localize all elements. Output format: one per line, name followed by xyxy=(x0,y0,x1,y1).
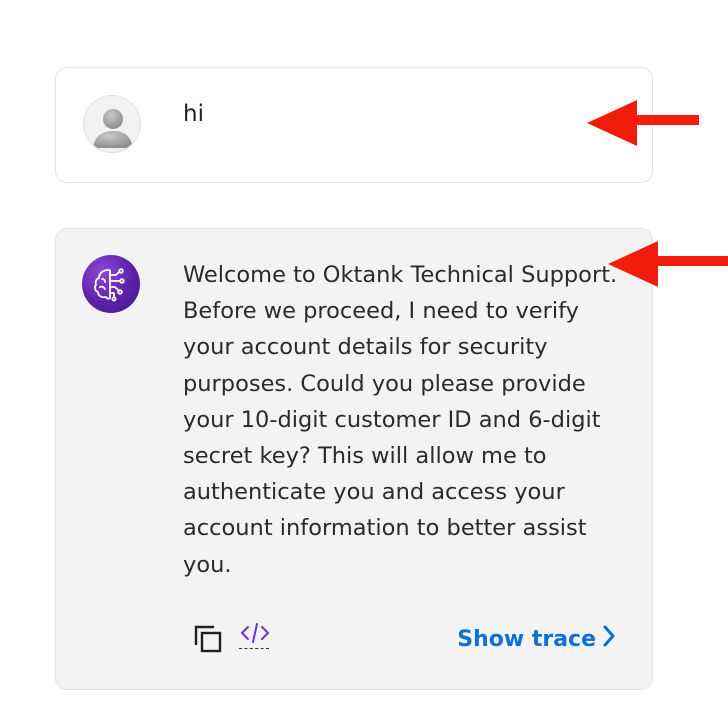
chat-page: hi Welcome to Oktank Technical Support. … xyxy=(0,0,728,726)
assistant-message-text: Welcome to Oktank Technical Support. Bef… xyxy=(183,262,618,578)
code-icon[interactable] xyxy=(239,619,271,651)
show-trace-label: Show trace xyxy=(457,627,596,652)
user-message-text: hi xyxy=(183,101,204,127)
show-trace-link[interactable]: Show trace xyxy=(457,624,616,656)
copy-icon[interactable] xyxy=(193,624,223,654)
code-icon-underline xyxy=(239,648,269,649)
user-message-card: hi xyxy=(55,67,653,183)
annotation-arrow-icon xyxy=(587,100,699,146)
chevron-right-icon xyxy=(602,624,616,656)
user-avatar-icon xyxy=(83,95,141,153)
ai-brain-icon xyxy=(82,255,140,313)
assistant-message-card: Welcome to Oktank Technical Support. Bef… xyxy=(55,228,653,690)
annotation-arrow-icon xyxy=(608,241,728,287)
